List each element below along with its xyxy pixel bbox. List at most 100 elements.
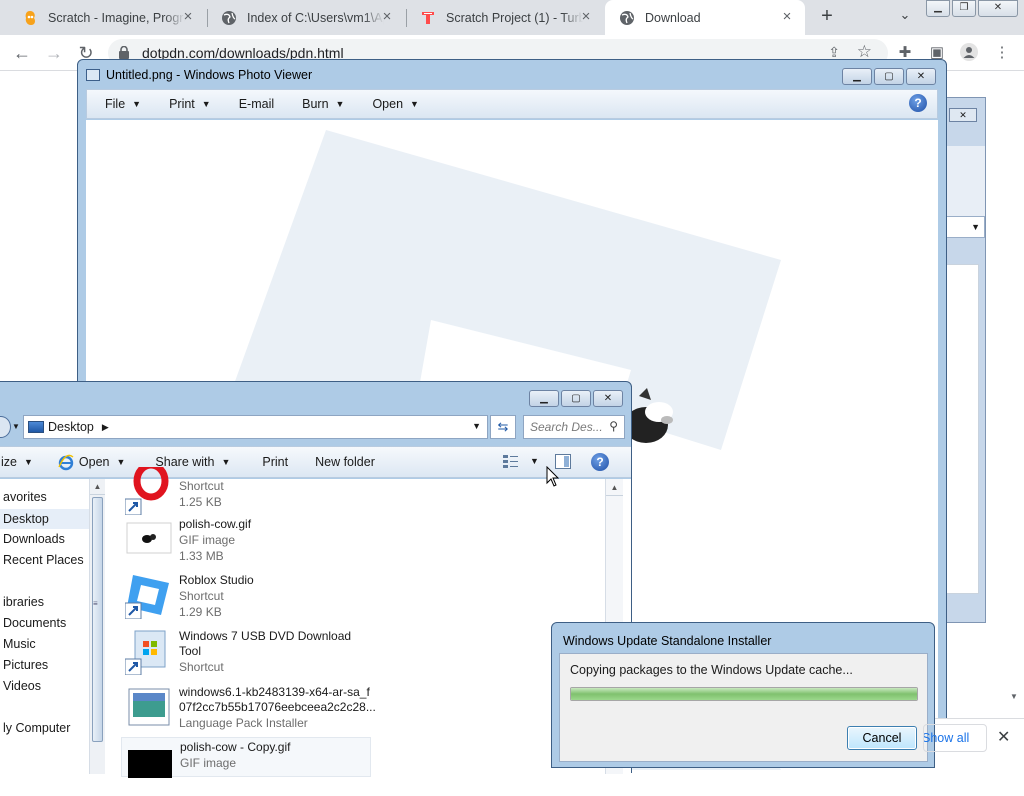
- caret-down-icon: ▼: [116, 457, 126, 467]
- menu-open[interactable]: Open ▼: [354, 97, 429, 111]
- cancel-button[interactable]: Cancel: [847, 726, 917, 750]
- nav-videos[interactable]: Videos: [3, 679, 41, 693]
- roblox-studio-icon: [124, 571, 173, 620]
- tab-title: Download: [645, 10, 701, 25]
- search-input[interactable]: Search Des... ⚲: [523, 415, 625, 439]
- forward-arrow-icon[interactable]: →: [42, 41, 66, 65]
- photo-viewer-title: Untitled.png - Windows Photo Viewer: [86, 68, 312, 82]
- minimize-icon[interactable]: ▁: [529, 390, 559, 407]
- explorer-body: avorites Desktop Downloads Recent Places…: [0, 461, 631, 778]
- nav-music[interactable]: Music: [3, 637, 36, 651]
- windows-installer-icon: [124, 627, 173, 676]
- navigation-scrollbar[interactable]: ▲ ≡: [89, 479, 105, 774]
- back-arrow-icon[interactable]: ←: [10, 41, 34, 65]
- nav-pictures[interactable]: Pictures: [3, 658, 48, 672]
- photo-viewer-icon: [86, 69, 100, 81]
- maximize-icon[interactable]: ▢: [874, 68, 904, 85]
- refresh-icon[interactable]: ⇆: [490, 415, 516, 439]
- browser-tab-turbowarp[interactable]: Scratch Project (1) - TurboWarp ×: [406, 0, 604, 35]
- back-button[interactable]: [0, 416, 11, 438]
- minimize-icon[interactable]: ▁: [926, 0, 950, 17]
- file-type: Shortcut: [179, 479, 224, 493]
- menu-print[interactable]: Print ▼: [151, 97, 221, 111]
- menu-label: Burn: [302, 97, 329, 111]
- file-item-polish-cow[interactable]: polish-cow.gif GIF image 1.33 MB: [123, 515, 373, 571]
- file-item-language-pack[interactable]: windows6.1-kb2483139-x64-ar-sa_f 07f2cc7…: [123, 683, 376, 739]
- chrome-menu-icon[interactable]: ⋮: [992, 43, 1012, 63]
- menu-label: Open: [372, 97, 404, 111]
- globe-icon: [619, 10, 635, 26]
- browser-tab-scratch[interactable]: Scratch - Imagine, Program, Share ×: [8, 0, 206, 35]
- file-item-polish-cow-copy[interactable]: polish-cow - Copy.gif GIF image: [121, 737, 371, 778]
- tab-title: Scratch - Imagine, Program, Share: [48, 10, 185, 25]
- minimize-icon[interactable]: ▁: [842, 68, 872, 85]
- address-bar[interactable]: Desktop ▶ ▼: [23, 415, 488, 439]
- caret-down-icon: ▼: [335, 99, 345, 109]
- file-name-continued: Tool: [179, 644, 202, 658]
- file-name: Windows 7 USB DVD Download: [179, 629, 352, 643]
- organize-button[interactable]: ize ▼: [1, 455, 33, 469]
- menu-email[interactable]: E-mail: [221, 97, 284, 111]
- menu-file[interactable]: File ▼: [87, 97, 151, 111]
- close-icon[interactable]: ✕: [906, 68, 936, 85]
- nav-documents[interactable]: Documents: [3, 616, 66, 630]
- window-title: Untitled.png - Windows Photo Viewer: [106, 68, 313, 82]
- menu-burn[interactable]: Burn ▼: [284, 97, 354, 111]
- caret-down-icon: ▼: [201, 99, 211, 109]
- scroll-up-icon[interactable]: ▲: [90, 479, 105, 495]
- file-item-roblox-studio[interactable]: Roblox Studio Shortcut 1.29 KB: [123, 571, 373, 627]
- help-icon[interactable]: ?: [591, 453, 609, 471]
- menu-label: E-mail: [238, 97, 275, 111]
- browser-tab-index[interactable]: Index of C:\Users\vm1\AppData ×: [207, 0, 405, 35]
- background-window: ✕ ▼: [944, 97, 986, 623]
- navigation-pane: avorites Desktop Downloads Recent Places…: [0, 479, 89, 774]
- file-item-windows-usb-tool[interactable]: Windows 7 USB DVD Download Tool Shortcut: [123, 627, 373, 683]
- close-icon[interactable]: ✕: [949, 108, 977, 122]
- scrollbar-thumb[interactable]: [92, 497, 103, 742]
- lock-icon: [119, 46, 129, 59]
- file-size: 1.25 KB: [179, 495, 222, 509]
- profile-avatar-icon[interactable]: [959, 43, 979, 63]
- restore-icon[interactable]: ❐: [952, 0, 976, 17]
- new-tab-plus-icon[interactable]: +: [815, 5, 839, 29]
- close-downloads-icon[interactable]: ✕: [997, 727, 1010, 747]
- chevron-down-icon[interactable]: ▼: [945, 216, 985, 238]
- change-view-icon[interactable]: ▼: [502, 453, 539, 469]
- windows-update-installer-dialog: Windows Update Standalone Installer Copy…: [551, 622, 935, 768]
- nav-libraries[interactable]: ibraries: [3, 595, 44, 609]
- recent-pages-chevron-icon[interactable]: ▼: [12, 422, 20, 431]
- menu-label: File: [105, 97, 126, 111]
- scrollbar-grip: ≡: [93, 599, 98, 608]
- scroll-up-icon[interactable]: ▲: [606, 479, 623, 496]
- tab-close-icon[interactable]: ×: [379, 9, 395, 25]
- file-item-opera[interactable]: Shortcut 1.25 KB: [123, 461, 373, 516]
- file-explorer-window: ▁ ▢ ✕ ▼ Desktop ▶ ▼ ⇆ Search Des... ⚲ iz…: [0, 381, 632, 778]
- address-dropdown-icon[interactable]: ▼: [472, 421, 481, 431]
- open-button[interactable]: Open ▼: [57, 453, 126, 471]
- tab-close-icon[interactable]: ×: [578, 9, 594, 25]
- nav-favorites[interactable]: avorites: [3, 490, 47, 504]
- maximize-icon[interactable]: ▢: [561, 390, 591, 407]
- breadcrumb-arrow-icon[interactable]: ▶: [102, 422, 109, 433]
- nav-recent-places[interactable]: Recent Places: [3, 553, 84, 567]
- photo-viewer-menu: File ▼ Print ▼ E-mail Burn ▼ Open ▼ ?: [86, 89, 938, 119]
- tab-close-icon[interactable]: ×: [779, 9, 795, 25]
- tab-search-chevron-icon[interactable]: ⌄: [896, 7, 914, 25]
- help-icon[interactable]: ?: [909, 94, 927, 112]
- nav-desktop[interactable]: Desktop: [0, 509, 89, 529]
- status-message: Copying packages to the Windows Update c…: [570, 663, 853, 677]
- browser-tab-download[interactable]: Download ×: [605, 0, 805, 35]
- nav-downloads[interactable]: Downloads: [3, 532, 65, 546]
- file-name: polish-cow.gif: [179, 517, 252, 531]
- file-name: windows6.1-kb2483139-x64-ar-sa_f: [179, 685, 370, 699]
- close-icon[interactable]: ✕: [978, 0, 1018, 17]
- show-all-button[interactable]: Show all: [923, 724, 987, 752]
- file-type: Shortcut: [179, 660, 224, 674]
- page-scroll-down-icon[interactable]: ▼: [1010, 692, 1018, 701]
- browser-tab-strip: Scratch - Imagine, Program, Share × Inde…: [0, 0, 1024, 35]
- nav-computer[interactable]: ly Computer: [3, 721, 70, 735]
- tab-title: Index of C:\Users\vm1\AppData: [247, 10, 384, 25]
- tab-close-icon[interactable]: ×: [180, 9, 196, 25]
- gif-thumbnail-icon: [125, 515, 173, 563]
- close-icon[interactable]: ✕: [593, 390, 623, 407]
